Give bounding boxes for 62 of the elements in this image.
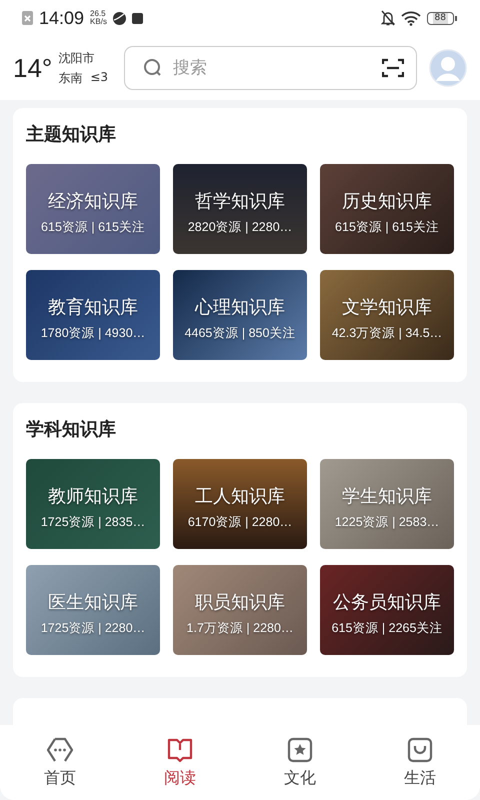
tile-stats: 615资源 | 615关注 — [335, 219, 439, 235]
battery-icon: 88 — [426, 12, 454, 24]
category-tile[interactable]: 教师知识库 1725资源 | 2835… — [26, 459, 160, 549]
tile-stats: 1725资源 | 2835… — [40, 514, 146, 530]
speed-value: 26.5 — [90, 10, 107, 18]
nav-tab[interactable]: 首页 — [25, 736, 95, 789]
tile-stats: 1225资源 | 2583… — [334, 514, 440, 530]
category-tile[interactable]: 教育知识库 1780资源 | 4930… — [26, 270, 160, 360]
tile-title: 公务员知识库 — [333, 592, 441, 614]
tile-title: 教育知识库 — [48, 297, 138, 319]
category-tile[interactable]: 文学知识库 42.3万资源 | 34.5… — [320, 270, 454, 360]
tile-stats: 42.3万资源 | 34.5… — [332, 325, 442, 341]
wind-level: ≤3 — [90, 70, 108, 86]
tile-title: 哲学知识库 — [195, 191, 285, 213]
tile-title: 医生知识库 — [48, 592, 138, 614]
tile-stats: 615资源 | 615关注 — [41, 219, 145, 235]
tile-title: 文学知识库 — [342, 297, 432, 319]
book-icon — [166, 736, 194, 764]
temperature: 14° — [13, 52, 52, 84]
speed-unit: KB/s — [90, 18, 107, 26]
tile-title: 职员知识库 — [195, 592, 285, 614]
category-tile[interactable]: 哲学知识库 2820资源 | 2280… — [173, 164, 307, 254]
category-tile[interactable]: 历史知识库 615资源 | 615关注 — [320, 164, 454, 254]
nav-tab[interactable]: 阅读 — [145, 736, 215, 789]
tile-title: 心理知识库 — [195, 297, 285, 319]
scan-icon[interactable] — [382, 58, 404, 78]
tile-stats: 2820资源 | 2280… — [188, 219, 292, 235]
tile-title: 工人知识库 — [195, 486, 285, 508]
square-icon — [132, 12, 143, 24]
section-title: 学科知识库 — [26, 418, 117, 441]
search-input[interactable]: 搜索 — [171, 57, 374, 79]
tile-stats: 1780资源 | 4930… — [40, 325, 146, 341]
category-tile[interactable]: 工人知识库 6170资源 | 2280… — [173, 459, 307, 549]
category-tile[interactable]: 职员知识库 1.7万资源 | 2280… — [173, 565, 307, 655]
search-icon — [143, 58, 164, 78]
category-tile[interactable]: 学生知识库 1225资源 | 2583… — [320, 459, 454, 549]
status-time: 14:09 — [39, 8, 84, 28]
tile-stats: 6170资源 | 2280… — [188, 514, 292, 530]
tile-stats: 615资源 | 2265关注 — [332, 620, 442, 636]
nav-tab[interactable]: 文化 — [265, 736, 335, 789]
section-title: 主题知识库 — [26, 123, 117, 146]
wifi-icon — [400, 10, 421, 26]
tile-title: 经济知识库 — [48, 191, 138, 213]
category-tile[interactable]: 心理知识库 4465资源 | 850关注 — [173, 270, 307, 360]
category-tile[interactable]: 公务员知识库 615资源 | 2265关注 — [320, 565, 454, 655]
tile-stats: 1.7万资源 | 2280… — [186, 620, 294, 636]
ball-icon — [112, 12, 126, 24]
tile-stats: 1725资源 | 2280… — [40, 620, 146, 636]
nav-tab[interactable]: 生活 — [385, 736, 455, 789]
category-tile[interactable]: 医生知识库 1725资源 | 2280… — [26, 565, 160, 655]
notification-icon — [22, 11, 33, 25]
hexagon-icon — [46, 736, 74, 764]
tile-stats: 4465资源 | 850关注 — [184, 325, 296, 341]
search-field[interactable]: 搜索 — [124, 46, 417, 90]
tile-title: 学生知识库 — [342, 486, 432, 508]
category-tile[interactable]: 经济知识库 615资源 | 615关注 — [26, 164, 160, 254]
tile-title: 教师知识库 — [48, 486, 138, 508]
wind-direction: 东南 — [58, 70, 82, 86]
smile-icon — [406, 736, 434, 764]
city-name: 沈阳市 — [58, 50, 96, 66]
bell-off-icon — [380, 10, 395, 26]
tile-title: 历史知识库 — [342, 191, 432, 213]
